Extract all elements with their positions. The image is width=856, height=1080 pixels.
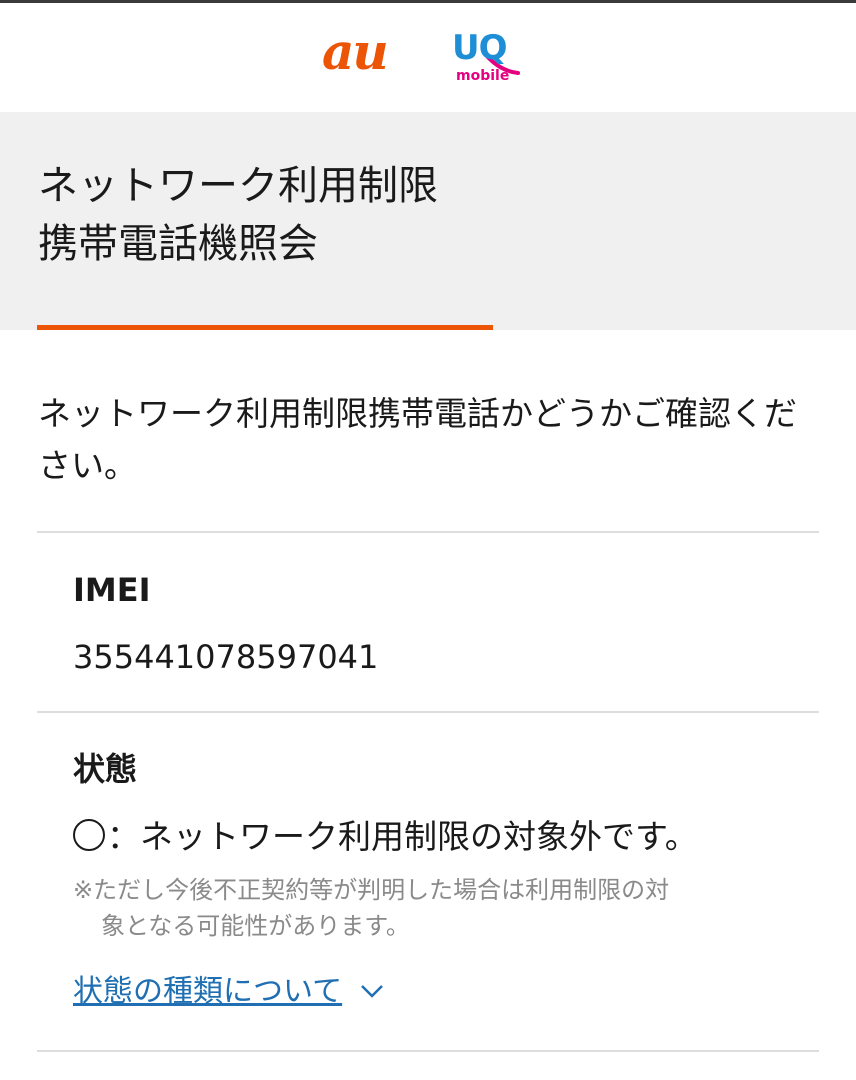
uq-logo-mobile-text: mobile xyxy=(456,68,510,84)
page-title-line2: 携帯電話機照会 xyxy=(38,221,318,267)
status-label: 状態 xyxy=(73,750,138,788)
uq-logo-text: UQ xyxy=(452,28,508,68)
au-logo[interactable]: au xyxy=(322,27,389,77)
status-note: ※ただし今後不正契約等が判明した場合は利用制限の対 象となる可能性があります。 xyxy=(73,872,773,944)
imei-label: IMEI xyxy=(73,571,151,609)
status-note-line2: 象となる可能性があります。 xyxy=(101,912,410,940)
header: au UQ mobile xyxy=(0,3,856,112)
divider xyxy=(37,1050,819,1052)
divider xyxy=(37,711,819,713)
divider xyxy=(37,531,819,533)
chevron-down-icon xyxy=(361,985,383,998)
status-text: ：ネットワーク利用制限の対象外です。 xyxy=(107,817,698,856)
imei-value: 355441078597041 xyxy=(73,638,379,676)
title-underline xyxy=(37,325,493,330)
page: au UQ mobile ネットワーク利用制限 携帯電話機照会 ネットワーク利用… xyxy=(0,0,856,1080)
status-types-link[interactable]: 状態の種類について xyxy=(73,970,384,1014)
intro-text: ネットワーク利用制限携帯電話かどうかご確認ください。 xyxy=(38,394,797,485)
status-types-link-label: 状態の種類について xyxy=(73,974,343,1009)
status-note-line1: ※ただし今後不正契約等が判明した場合は利用制限の対 xyxy=(73,876,670,904)
circle-icon xyxy=(73,819,105,851)
status-result: ：ネットワーク利用制限の対象外です。 xyxy=(73,814,698,860)
page-title-line1: ネットワーク利用制限 xyxy=(38,163,438,209)
title-band: ネットワーク利用制限 携帯電話機照会 xyxy=(0,112,856,330)
uq-mobile-logo[interactable]: UQ mobile xyxy=(448,28,528,87)
